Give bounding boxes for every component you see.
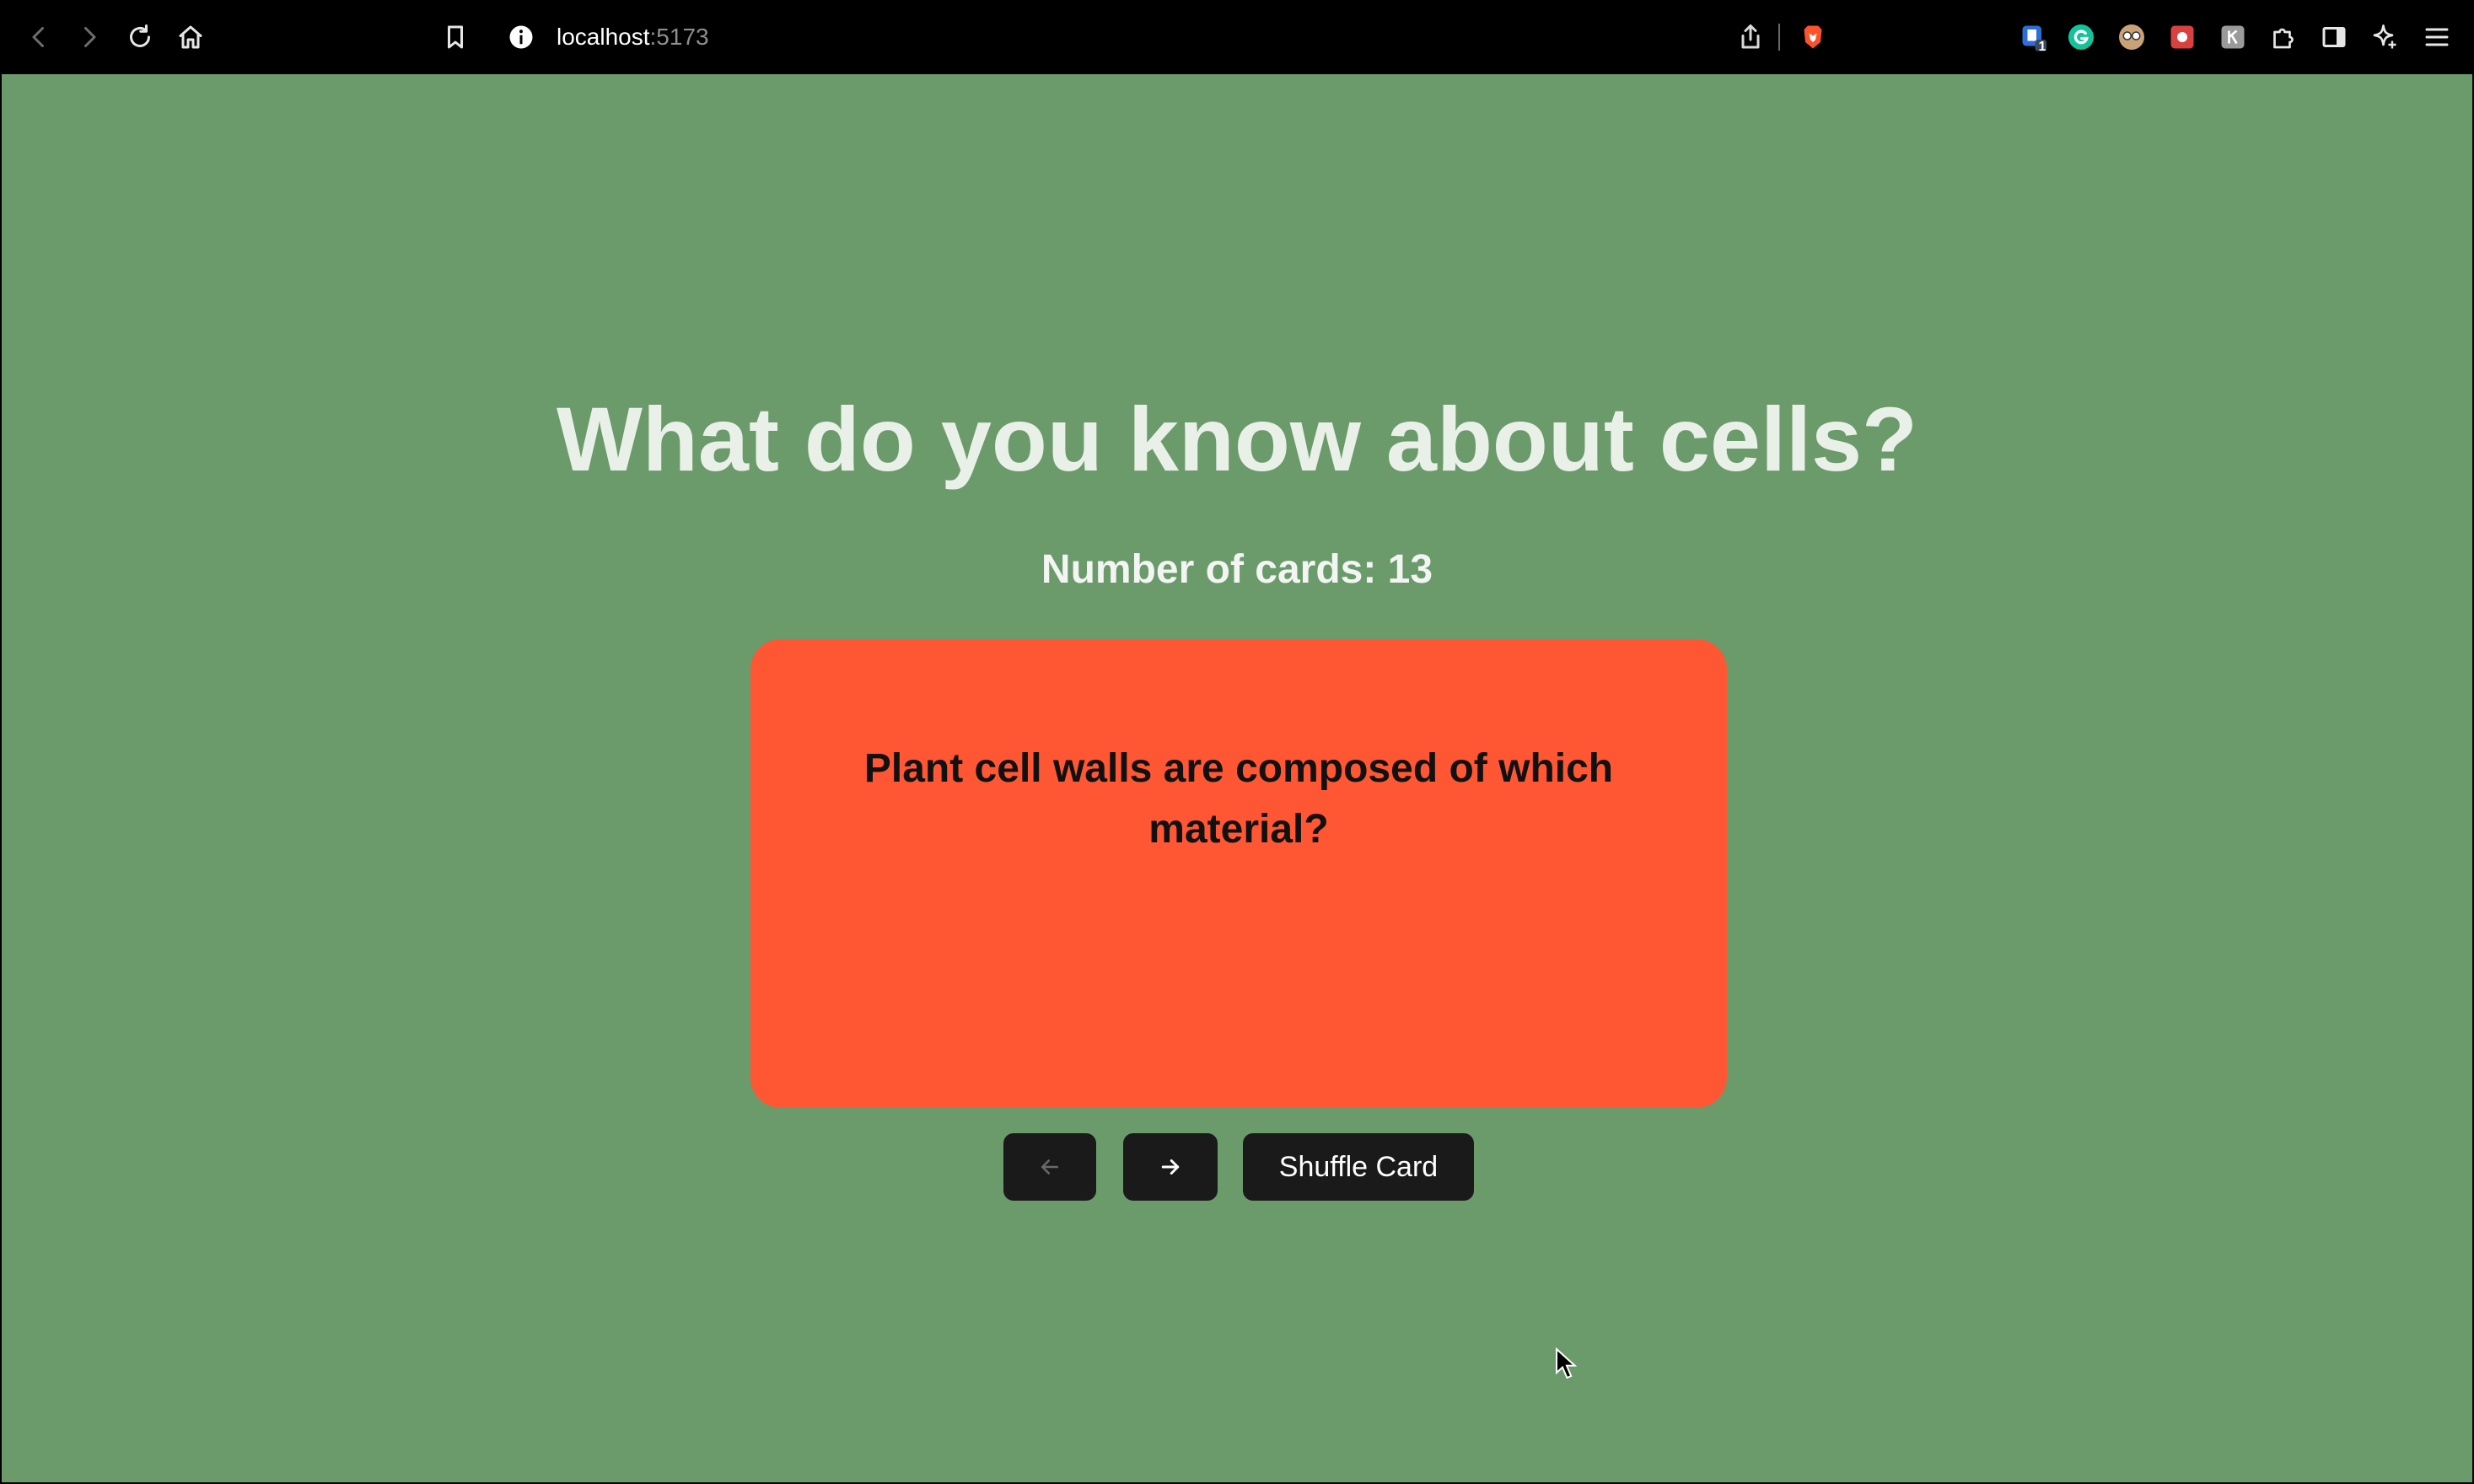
extension-grey-icon[interactable] xyxy=(2213,17,2253,57)
shuffle-card-label: Shuffle Card xyxy=(1278,1150,1439,1183)
leo-ai-icon[interactable] xyxy=(2364,17,2405,57)
prev-card-button[interactable] xyxy=(1003,1133,1096,1201)
sidebar-icon[interactable] xyxy=(2314,17,2354,57)
app-page: What do you know about cells? Number of … xyxy=(2,74,2472,1482)
card-count: Number of cards: 13 xyxy=(1041,547,1433,592)
back-icon[interactable] xyxy=(19,17,59,57)
site-info-icon[interactable] xyxy=(501,17,541,57)
bookmark-icon[interactable] xyxy=(435,17,476,57)
reload-icon[interactable] xyxy=(120,17,160,57)
brave-shield-icon[interactable] xyxy=(1793,17,1833,57)
home-icon[interactable] xyxy=(170,17,211,57)
toolbar-divider xyxy=(1778,24,1780,51)
address-bar[interactable]: localhost:5173 xyxy=(557,19,709,56)
card-question: Plant cell walls are composed of which m… xyxy=(863,746,1614,852)
url-host: localhost xyxy=(557,24,650,50)
forward-icon[interactable] xyxy=(69,17,110,57)
page-title: What do you know about cells? xyxy=(556,388,1918,490)
url-port: :5173 xyxy=(649,24,709,50)
extensions-puzzle-icon[interactable] xyxy=(2263,17,2304,57)
extension-red-icon[interactable] xyxy=(2162,17,2202,57)
menu-icon[interactable] xyxy=(2417,17,2457,57)
mouse-cursor-icon xyxy=(1556,1347,1577,1379)
extension-avatar-icon[interactable] xyxy=(2111,17,2152,57)
share-icon[interactable] xyxy=(1730,17,1771,57)
next-card-button[interactable] xyxy=(1123,1133,1218,1201)
grammarly-icon[interactable] xyxy=(2061,17,2101,57)
browser-toolbar: localhost:5173 1 xyxy=(0,0,2474,74)
arrow-left-icon xyxy=(1041,1159,1058,1175)
extension-badge-count: 1 xyxy=(2038,40,2046,54)
arrow-right-icon xyxy=(1161,1159,1180,1175)
shuffle-card-button[interactable]: Shuffle Card xyxy=(1243,1133,1474,1201)
flashcard[interactable]: Plant cell walls are composed of which m… xyxy=(750,639,1727,1108)
